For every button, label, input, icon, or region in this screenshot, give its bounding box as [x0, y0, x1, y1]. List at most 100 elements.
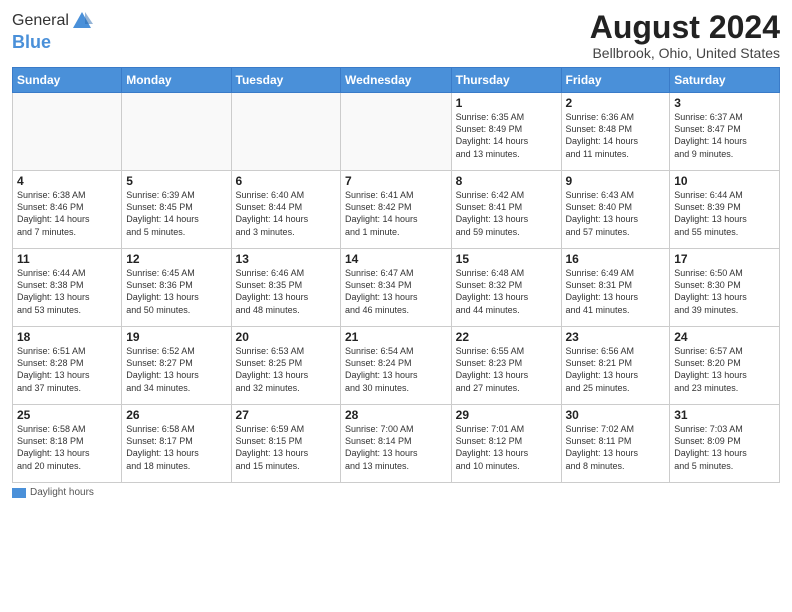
- calendar-cell: 24Sunrise: 6:57 AM Sunset: 8:20 PM Dayli…: [670, 327, 780, 405]
- logo-icon: [71, 10, 93, 32]
- day-info: Sunrise: 6:50 AM Sunset: 8:30 PM Dayligh…: [674, 267, 775, 316]
- calendar-cell: 13Sunrise: 6:46 AM Sunset: 8:35 PM Dayli…: [231, 249, 340, 327]
- day-info: Sunrise: 7:02 AM Sunset: 8:11 PM Dayligh…: [566, 423, 666, 472]
- day-number: 5: [126, 174, 226, 188]
- day-number: 23: [566, 330, 666, 344]
- calendar-cell: [231, 93, 340, 171]
- day-info: Sunrise: 6:35 AM Sunset: 8:49 PM Dayligh…: [456, 111, 557, 160]
- day-number: 25: [17, 408, 117, 422]
- calendar-cell: 22Sunrise: 6:55 AM Sunset: 8:23 PM Dayli…: [451, 327, 561, 405]
- day-info: Sunrise: 6:37 AM Sunset: 8:47 PM Dayligh…: [674, 111, 775, 160]
- calendar-cell: 11Sunrise: 6:44 AM Sunset: 8:38 PM Dayli…: [13, 249, 122, 327]
- weekday-header-wednesday: Wednesday: [341, 68, 452, 93]
- page-container: General Blue August 2024 Bellbrook, Ohio…: [0, 0, 792, 506]
- weekday-header-tuesday: Tuesday: [231, 68, 340, 93]
- day-number: 10: [674, 174, 775, 188]
- legend-swatch: [12, 488, 26, 498]
- day-number: 14: [345, 252, 447, 266]
- day-number: 13: [236, 252, 336, 266]
- day-number: 7: [345, 174, 447, 188]
- day-number: 4: [17, 174, 117, 188]
- calendar-cell: 28Sunrise: 7:00 AM Sunset: 8:14 PM Dayli…: [341, 405, 452, 483]
- day-number: 27: [236, 408, 336, 422]
- day-number: 20: [236, 330, 336, 344]
- day-info: Sunrise: 6:46 AM Sunset: 8:35 PM Dayligh…: [236, 267, 336, 316]
- week-row-5: 25Sunrise: 6:58 AM Sunset: 8:18 PM Dayli…: [13, 405, 780, 483]
- day-info: Sunrise: 6:59 AM Sunset: 8:15 PM Dayligh…: [236, 423, 336, 472]
- calendar-cell: 6Sunrise: 6:40 AM Sunset: 8:44 PM Daylig…: [231, 171, 340, 249]
- day-number: 24: [674, 330, 775, 344]
- calendar-cell: 17Sunrise: 6:50 AM Sunset: 8:30 PM Dayli…: [670, 249, 780, 327]
- day-info: Sunrise: 6:53 AM Sunset: 8:25 PM Dayligh…: [236, 345, 336, 394]
- day-info: Sunrise: 6:55 AM Sunset: 8:23 PM Dayligh…: [456, 345, 557, 394]
- day-number: 31: [674, 408, 775, 422]
- day-info: Sunrise: 6:48 AM Sunset: 8:32 PM Dayligh…: [456, 267, 557, 316]
- day-number: 15: [456, 252, 557, 266]
- day-info: Sunrise: 6:43 AM Sunset: 8:40 PM Dayligh…: [566, 189, 666, 238]
- legend-label: Daylight hours: [30, 487, 94, 498]
- calendar-cell: 25Sunrise: 6:58 AM Sunset: 8:18 PM Dayli…: [13, 405, 122, 483]
- day-info: Sunrise: 6:57 AM Sunset: 8:20 PM Dayligh…: [674, 345, 775, 394]
- week-row-4: 18Sunrise: 6:51 AM Sunset: 8:28 PM Dayli…: [13, 327, 780, 405]
- day-info: Sunrise: 6:52 AM Sunset: 8:27 PM Dayligh…: [126, 345, 226, 394]
- location: Bellbrook, Ohio, United States: [590, 45, 780, 61]
- day-info: Sunrise: 6:51 AM Sunset: 8:28 PM Dayligh…: [17, 345, 117, 394]
- day-number: 17: [674, 252, 775, 266]
- day-info: Sunrise: 7:00 AM Sunset: 8:14 PM Dayligh…: [345, 423, 447, 472]
- calendar-cell: 27Sunrise: 6:59 AM Sunset: 8:15 PM Dayli…: [231, 405, 340, 483]
- day-number: 30: [566, 408, 666, 422]
- weekday-header-saturday: Saturday: [670, 68, 780, 93]
- day-info: Sunrise: 6:44 AM Sunset: 8:38 PM Dayligh…: [17, 267, 117, 316]
- week-row-2: 4Sunrise: 6:38 AM Sunset: 8:46 PM Daylig…: [13, 171, 780, 249]
- day-number: 28: [345, 408, 447, 422]
- day-number: 16: [566, 252, 666, 266]
- calendar-cell: 10Sunrise: 6:44 AM Sunset: 8:39 PM Dayli…: [670, 171, 780, 249]
- day-number: 3: [674, 96, 775, 110]
- day-info: Sunrise: 7:03 AM Sunset: 8:09 PM Dayligh…: [674, 423, 775, 472]
- day-info: Sunrise: 6:38 AM Sunset: 8:46 PM Dayligh…: [17, 189, 117, 238]
- logo-general-text: General: [12, 12, 69, 30]
- day-number: 2: [566, 96, 666, 110]
- day-info: Sunrise: 6:44 AM Sunset: 8:39 PM Dayligh…: [674, 189, 775, 238]
- weekday-header-sunday: Sunday: [13, 68, 122, 93]
- logo: General Blue: [12, 10, 93, 53]
- calendar-cell: 4Sunrise: 6:38 AM Sunset: 8:46 PM Daylig…: [13, 171, 122, 249]
- calendar-cell: [122, 93, 231, 171]
- day-number: 18: [17, 330, 117, 344]
- calendar-cell: 8Sunrise: 6:42 AM Sunset: 8:41 PM Daylig…: [451, 171, 561, 249]
- header: General Blue August 2024 Bellbrook, Ohio…: [12, 10, 780, 61]
- calendar-cell: 9Sunrise: 6:43 AM Sunset: 8:40 PM Daylig…: [561, 171, 670, 249]
- calendar-cell: 5Sunrise: 6:39 AM Sunset: 8:45 PM Daylig…: [122, 171, 231, 249]
- day-number: 6: [236, 174, 336, 188]
- day-info: Sunrise: 6:42 AM Sunset: 8:41 PM Dayligh…: [456, 189, 557, 238]
- title-block: August 2024 Bellbrook, Ohio, United Stat…: [590, 10, 780, 61]
- day-info: Sunrise: 6:41 AM Sunset: 8:42 PM Dayligh…: [345, 189, 447, 238]
- week-row-1: 1Sunrise: 6:35 AM Sunset: 8:49 PM Daylig…: [13, 93, 780, 171]
- calendar-cell: 26Sunrise: 6:58 AM Sunset: 8:17 PM Dayli…: [122, 405, 231, 483]
- weekday-header-thursday: Thursday: [451, 68, 561, 93]
- calendar-cell: 7Sunrise: 6:41 AM Sunset: 8:42 PM Daylig…: [341, 171, 452, 249]
- day-number: 26: [126, 408, 226, 422]
- day-number: 22: [456, 330, 557, 344]
- day-info: Sunrise: 7:01 AM Sunset: 8:12 PM Dayligh…: [456, 423, 557, 472]
- calendar-cell: 23Sunrise: 6:56 AM Sunset: 8:21 PM Dayli…: [561, 327, 670, 405]
- day-number: 12: [126, 252, 226, 266]
- weekday-header-row: SundayMondayTuesdayWednesdayThursdayFrid…: [13, 68, 780, 93]
- day-number: 11: [17, 252, 117, 266]
- day-info: Sunrise: 6:58 AM Sunset: 8:17 PM Dayligh…: [126, 423, 226, 472]
- legend: Daylight hours: [12, 487, 780, 498]
- calendar-cell: 1Sunrise: 6:35 AM Sunset: 8:49 PM Daylig…: [451, 93, 561, 171]
- day-number: 9: [566, 174, 666, 188]
- calendar-cell: 21Sunrise: 6:54 AM Sunset: 8:24 PM Dayli…: [341, 327, 452, 405]
- calendar-cell: 20Sunrise: 6:53 AM Sunset: 8:25 PM Dayli…: [231, 327, 340, 405]
- calendar-table: SundayMondayTuesdayWednesdayThursdayFrid…: [12, 67, 780, 483]
- calendar-cell: 30Sunrise: 7:02 AM Sunset: 8:11 PM Dayli…: [561, 405, 670, 483]
- day-info: Sunrise: 6:39 AM Sunset: 8:45 PM Dayligh…: [126, 189, 226, 238]
- day-info: Sunrise: 6:58 AM Sunset: 8:18 PM Dayligh…: [17, 423, 117, 472]
- weekday-header-friday: Friday: [561, 68, 670, 93]
- day-number: 21: [345, 330, 447, 344]
- calendar-cell: 31Sunrise: 7:03 AM Sunset: 8:09 PM Dayli…: [670, 405, 780, 483]
- logo-blue-text: Blue: [12, 32, 93, 53]
- calendar-cell: 16Sunrise: 6:49 AM Sunset: 8:31 PM Dayli…: [561, 249, 670, 327]
- calendar-cell: 18Sunrise: 6:51 AM Sunset: 8:28 PM Dayli…: [13, 327, 122, 405]
